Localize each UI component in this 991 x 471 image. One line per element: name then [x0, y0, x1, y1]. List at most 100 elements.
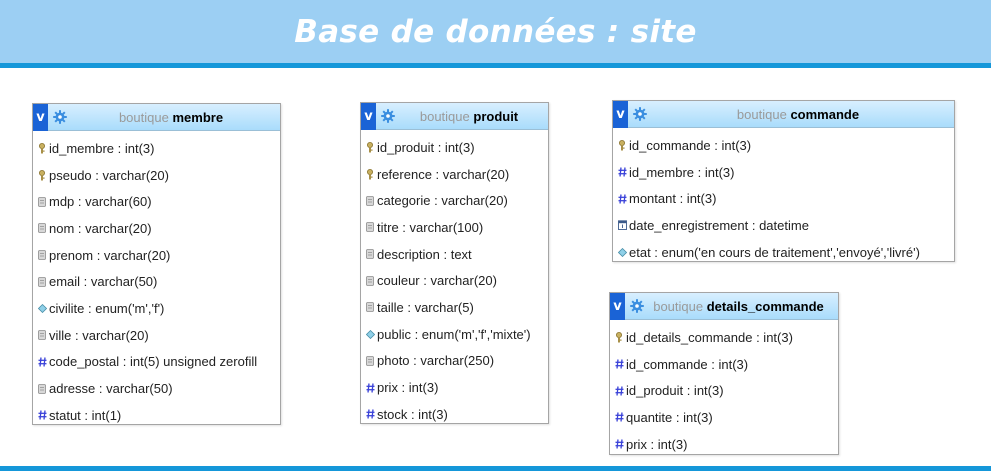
column-row[interactable]: statut : int(1) [33, 402, 280, 429]
key-icon [617, 139, 627, 151]
table-title: boutique commande [648, 107, 954, 122]
gear-icon[interactable] [632, 106, 648, 122]
database-name: boutique [653, 298, 704, 314]
column-row[interactable]: nom : varchar(20) [33, 215, 280, 242]
column-row[interactable]: prix : int(3) [361, 374, 548, 401]
key-icon [365, 168, 375, 180]
column-name: id_produit : int(3) [626, 383, 724, 399]
column-row[interactable]: reference : varchar(20) [361, 161, 548, 188]
column-name: etat : enum('en cours de traitement','en… [629, 244, 920, 260]
column-list: id_commande : int(3) id_membre : int(3) mo… [613, 128, 954, 265]
table-title: boutique membre [68, 110, 280, 125]
column-row[interactable]: categorie : varchar(20) [361, 187, 548, 214]
table-commande[interactable]: v boutique commande id_commande : int(3) id… [612, 100, 955, 262]
table-details-commande[interactable]: v boutique details_commande id_details_com… [609, 292, 839, 455]
column-row[interactable]: id_membre : int(3) [613, 159, 954, 186]
column-row[interactable]: quantite : int(3) [610, 404, 838, 431]
table-produit[interactable]: v boutique produit id_produit : int(3) refe… [360, 102, 549, 424]
column-row[interactable]: description : text [361, 241, 548, 268]
column-row[interactable]: id_details_commande : int(3) [610, 324, 838, 351]
datetime-column-icon [617, 219, 627, 231]
column-row[interactable]: email : varchar(50) [33, 268, 280, 295]
column-row[interactable]: pseudo : varchar(20) [33, 162, 280, 189]
bottom-bar [0, 466, 991, 471]
column-row[interactable]: id_produit : int(3) [610, 377, 838, 404]
column-row[interactable]: taille : varchar(5) [361, 294, 548, 321]
key-icon [365, 141, 375, 153]
column-row[interactable]: ville : varchar(20) [33, 322, 280, 349]
gear-icon[interactable] [629, 298, 645, 314]
text-column-icon [365, 275, 375, 287]
column-name: pseudo : varchar(20) [49, 167, 169, 183]
column-row[interactable]: date_enregistrement : datetime [613, 212, 954, 239]
numeric-column-icon [614, 385, 624, 397]
enum-column-icon [37, 302, 47, 314]
column-name: public : enum('m','f','mixte') [377, 326, 531, 342]
column-row[interactable]: prenom : varchar(20) [33, 242, 280, 269]
column-row[interactable]: photo : varchar(250) [361, 348, 548, 375]
numeric-column-icon [617, 166, 627, 178]
column-row[interactable]: public : enum('m','f','mixte') [361, 321, 548, 348]
column-row[interactable]: couleur : varchar(20) [361, 267, 548, 294]
column-row[interactable]: code_postal : int(5) unsigned zerofill [33, 349, 280, 376]
table-name: commande [790, 106, 860, 122]
text-column-icon [365, 355, 375, 367]
key-icon [614, 331, 624, 343]
page-banner: Base de données : site [0, 0, 991, 68]
column-name: nom : varchar(20) [49, 220, 152, 236]
toggle-columns-icon[interactable]: v [613, 100, 628, 128]
column-row[interactable]: titre : varchar(100) [361, 214, 548, 241]
column-name: date_enregistrement : datetime [629, 217, 809, 233]
column-row[interactable]: mdp : varchar(60) [33, 188, 280, 215]
text-column-icon [365, 195, 375, 207]
table-membre[interactable]: v boutique membre id_membre : int(3) pseudo… [32, 103, 281, 425]
text-column-icon [37, 196, 47, 208]
toggle-columns-icon[interactable]: v [610, 292, 625, 320]
column-name: reference : varchar(20) [377, 166, 510, 182]
column-name: stock : int(3) [377, 406, 448, 422]
table-name: membre [172, 109, 224, 125]
toggle-columns-icon[interactable]: v [33, 103, 48, 131]
column-row[interactable]: stock : int(3) [361, 401, 548, 428]
column-name: adresse : varchar(50) [49, 381, 173, 397]
table-header[interactable]: v boutique details_commande [610, 292, 838, 320]
table-name: produit [473, 108, 519, 124]
column-row[interactable]: montant : int(3) [613, 185, 954, 212]
text-column-icon [37, 276, 47, 288]
table-header[interactable]: v boutique membre [33, 103, 280, 131]
table-header[interactable]: v boutique produit [361, 102, 548, 130]
gear-icon[interactable] [380, 108, 396, 124]
database-name: boutique [736, 106, 787, 122]
key-icon [37, 169, 47, 181]
column-row[interactable]: id_membre : int(3) [33, 135, 280, 162]
column-name: email : varchar(50) [49, 274, 158, 290]
column-list: id_details_commande : int(3) id_commande … [610, 320, 838, 457]
database-name: boutique [118, 109, 169, 125]
column-name: id_membre : int(3) [49, 140, 155, 156]
key-icon [37, 142, 47, 154]
numeric-column-icon [614, 411, 624, 423]
numeric-column-icon [37, 356, 47, 368]
table-header[interactable]: v boutique commande [613, 100, 954, 128]
column-name: id_produit : int(3) [377, 139, 475, 155]
column-row[interactable]: civilite : enum('m','f') [33, 295, 280, 322]
table-title: boutique details_commande [645, 299, 838, 314]
numeric-column-icon [614, 358, 624, 370]
column-name: statut : int(1) [49, 407, 122, 423]
column-row[interactable]: id_produit : int(3) [361, 134, 548, 161]
text-column-icon [365, 221, 375, 233]
column-name: photo : varchar(250) [377, 353, 495, 369]
gear-icon[interactable] [52, 109, 68, 125]
column-row[interactable]: etat : enum('en cours de traitement','en… [613, 239, 954, 266]
column-name: prix : int(3) [626, 436, 688, 452]
column-row[interactable]: id_commande : int(3) [613, 132, 954, 159]
column-row[interactable]: id_commande : int(3) [610, 351, 838, 378]
toggle-columns-icon[interactable]: v [361, 102, 376, 130]
page-title: Base de données : site [294, 14, 697, 50]
column-name: titre : varchar(100) [377, 219, 484, 235]
text-column-icon [365, 301, 375, 313]
column-row[interactable]: adresse : varchar(50) [33, 375, 280, 402]
numeric-column-icon [365, 382, 375, 394]
column-row[interactable]: prix : int(3) [610, 431, 838, 458]
text-column-icon [37, 222, 47, 234]
